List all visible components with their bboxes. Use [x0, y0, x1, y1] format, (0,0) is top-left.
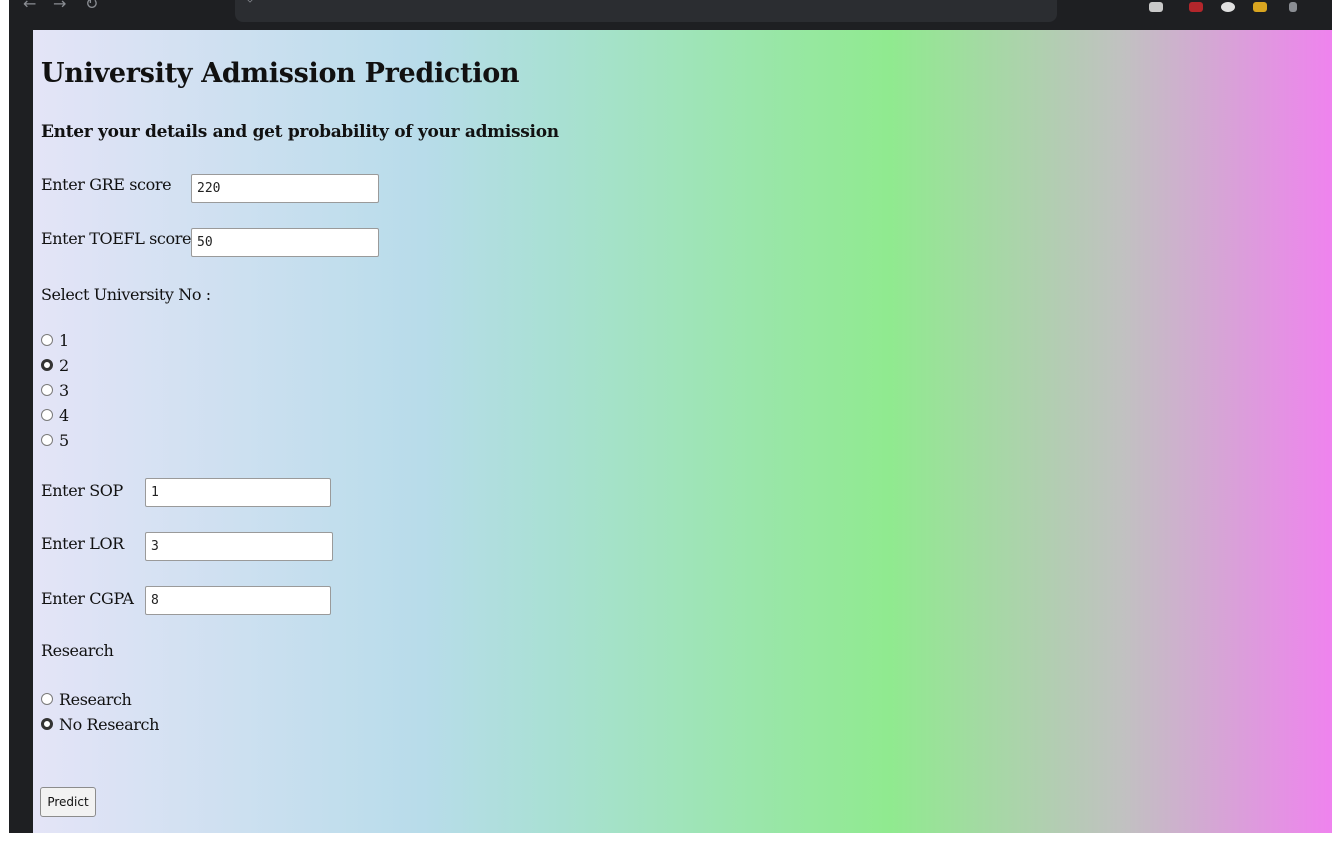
radio-button[interactable] [41, 434, 53, 446]
university-option-3[interactable]: 3 [41, 379, 69, 401]
back-icon[interactable]: ← [23, 0, 36, 13]
page-content: University Admission Prediction Enter yo… [33, 30, 1332, 833]
radio-button-selected[interactable] [41, 359, 53, 371]
extension-icon[interactable] [1221, 2, 1235, 12]
reload-icon[interactable]: ↻ [85, 0, 98, 13]
lor-label: Enter LOR [41, 534, 124, 553]
predict-button[interactable]: Predict [40, 787, 96, 817]
radio-button[interactable] [41, 384, 53, 396]
research-option-label: Research [59, 689, 132, 709]
radio-button[interactable] [41, 334, 53, 346]
bookmark-star-icon[interactable]: ☆ [1030, 0, 1043, 4]
cgpa-input[interactable]: 8 [145, 586, 331, 615]
radio-button-selected[interactable] [41, 718, 53, 730]
page-title: University Admission Prediction [41, 58, 520, 89]
gre-input[interactable]: 220 [191, 174, 379, 203]
sop-input[interactable]: 1 [145, 478, 331, 507]
sop-label: Enter SOP [41, 481, 123, 500]
university-option-label: 3 [59, 380, 69, 400]
university-option-label: 4 [59, 405, 69, 425]
menu-icon[interactable] [1289, 2, 1297, 12]
extension-icon[interactable] [1253, 2, 1267, 12]
university-option-label: 1 [59, 330, 69, 350]
shield-icon: ◇ [245, 0, 255, 5]
page-subtitle: Enter your details and get probability o… [41, 122, 559, 142]
lor-input[interactable]: 3 [145, 532, 333, 561]
university-label: Select University No : [41, 285, 211, 304]
radio-button[interactable] [41, 409, 53, 421]
toefl-input[interactable]: 50 [191, 228, 379, 257]
research-option-no[interactable]: No Research [41, 713, 159, 735]
forward-icon[interactable]: → [53, 0, 66, 13]
university-option-5[interactable]: 5 [41, 429, 69, 451]
university-option-4[interactable]: 4 [41, 404, 69, 426]
cgpa-label: Enter CGPA [41, 589, 134, 608]
gre-label: Enter GRE score [41, 175, 172, 194]
research-label: Research [41, 641, 114, 660]
university-option-label: 5 [59, 430, 69, 450]
toefl-label: Enter TOEFL score [41, 229, 192, 248]
university-option-label: 2 [59, 355, 69, 375]
bottom-strip [0, 833, 1338, 850]
university-option-2[interactable]: 2 [41, 354, 69, 376]
radio-button[interactable] [41, 693, 53, 705]
extension-icon[interactable] [1189, 2, 1203, 12]
browser-toolbar: ← → ↻ ◇ ☆ [9, 0, 1332, 30]
research-option-yes[interactable]: Research [41, 688, 132, 710]
university-option-1[interactable]: 1 [41, 329, 69, 351]
extension-icon[interactable] [1149, 2, 1163, 12]
research-option-label: No Research [59, 714, 159, 734]
address-bar[interactable]: ◇ ☆ [235, 0, 1057, 22]
